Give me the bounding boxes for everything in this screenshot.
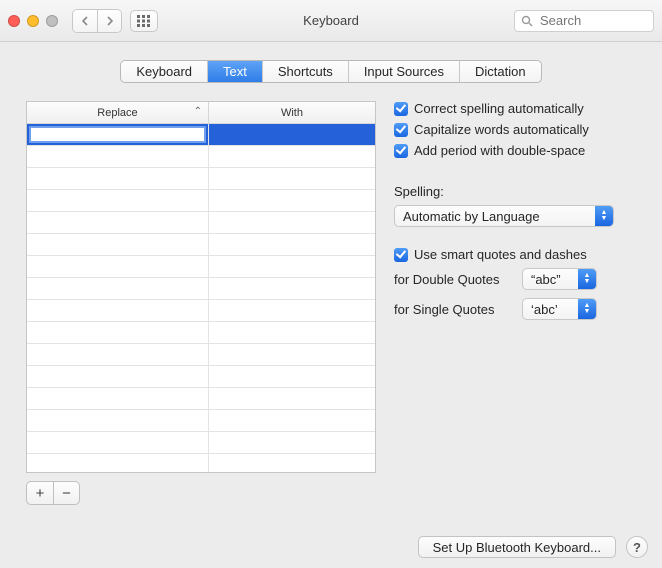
replacements-table[interactable]: Replace ⌃ With <box>26 101 376 473</box>
table-row[interactable] <box>27 454 375 473</box>
search-field[interactable] <box>514 10 654 32</box>
help-button[interactable]: ? <box>626 536 648 558</box>
table-row[interactable] <box>27 168 375 190</box>
setup-bluetooth-keyboard-button[interactable]: Set Up Bluetooth Keyboard... <box>418 536 616 558</box>
tab-dictation[interactable]: Dictation <box>459 61 541 82</box>
tab-text[interactable]: Text <box>207 61 262 82</box>
table-row[interactable] <box>27 410 375 432</box>
titlebar: Keyboard <box>0 0 662 42</box>
table-row[interactable] <box>27 300 375 322</box>
minimize-window-button[interactable] <box>27 15 39 27</box>
nav-back-forward <box>72 9 122 33</box>
popup-arrows-icon: ▲▼ <box>578 299 596 319</box>
spelling-label: Spelling: <box>394 184 636 199</box>
table-row[interactable] <box>27 234 375 256</box>
table-row[interactable] <box>27 366 375 388</box>
cell-with[interactable] <box>208 124 375 145</box>
single-quotes-popup[interactable]: ‘abc’ ▲▼ <box>522 298 597 320</box>
tab-shortcuts[interactable]: Shortcuts <box>262 61 348 82</box>
add-button[interactable]: + <box>27 482 53 504</box>
table-row[interactable] <box>27 322 375 344</box>
tab-bar: Keyboard Text Shortcuts Input Sources Di… <box>14 60 648 83</box>
checkbox-add-period[interactable]: Add period with double-space <box>394 143 636 158</box>
replace-edit-field[interactable] <box>29 126 206 143</box>
column-header-with[interactable]: With <box>208 102 375 123</box>
table-row[interactable] <box>27 388 375 410</box>
checkbox-icon <box>394 102 408 116</box>
table-body[interactable] <box>27 124 375 472</box>
remove-button[interactable]: − <box>53 482 79 504</box>
table-row[interactable] <box>27 146 375 168</box>
back-button[interactable] <box>73 10 97 32</box>
forward-button[interactable] <box>97 10 121 32</box>
close-window-button[interactable] <box>8 15 20 27</box>
popup-arrows-icon: ▲▼ <box>578 269 596 289</box>
table-row[interactable] <box>27 432 375 454</box>
table-row[interactable] <box>27 344 375 366</box>
column-header-replace[interactable]: Replace ⌃ <box>27 102 208 123</box>
spelling-popup[interactable]: Automatic by Language ▲▼ <box>394 205 614 227</box>
search-icon <box>521 15 533 27</box>
table-row[interactable] <box>27 124 375 146</box>
tab-keyboard[interactable]: Keyboard <box>121 61 207 82</box>
checkbox-smart-quotes[interactable]: Use smart quotes and dashes <box>394 247 636 262</box>
checkbox-capitalize-words[interactable]: Capitalize words automatically <box>394 122 636 137</box>
search-input[interactable] <box>538 12 647 29</box>
checkbox-icon <box>394 144 408 158</box>
checkbox-icon <box>394 248 408 262</box>
tab-input-sources[interactable]: Input Sources <box>348 61 459 82</box>
checkbox-correct-spelling[interactable]: Correct spelling automatically <box>394 101 636 116</box>
add-remove-group: + − <box>26 481 80 505</box>
double-quotes-popup[interactable]: “abc” ▲▼ <box>522 268 597 290</box>
table-row[interactable] <box>27 190 375 212</box>
content-pane: Keyboard Text Shortcuts Input Sources Di… <box>0 42 662 568</box>
window-controls <box>8 15 58 27</box>
table-row[interactable] <box>27 256 375 278</box>
double-quotes-label: for Double Quotes <box>394 272 514 287</box>
table-row[interactable] <box>27 212 375 234</box>
single-quotes-label: for Single Quotes <box>394 302 514 317</box>
table-row[interactable] <box>27 278 375 300</box>
zoom-window-button[interactable] <box>46 15 58 27</box>
show-all-button[interactable] <box>130 10 158 32</box>
checkbox-icon <box>394 123 408 137</box>
popup-arrows-icon: ▲▼ <box>595 206 613 226</box>
sort-indicator-icon: ⌃ <box>194 106 202 117</box>
cell-replace[interactable] <box>27 124 208 145</box>
